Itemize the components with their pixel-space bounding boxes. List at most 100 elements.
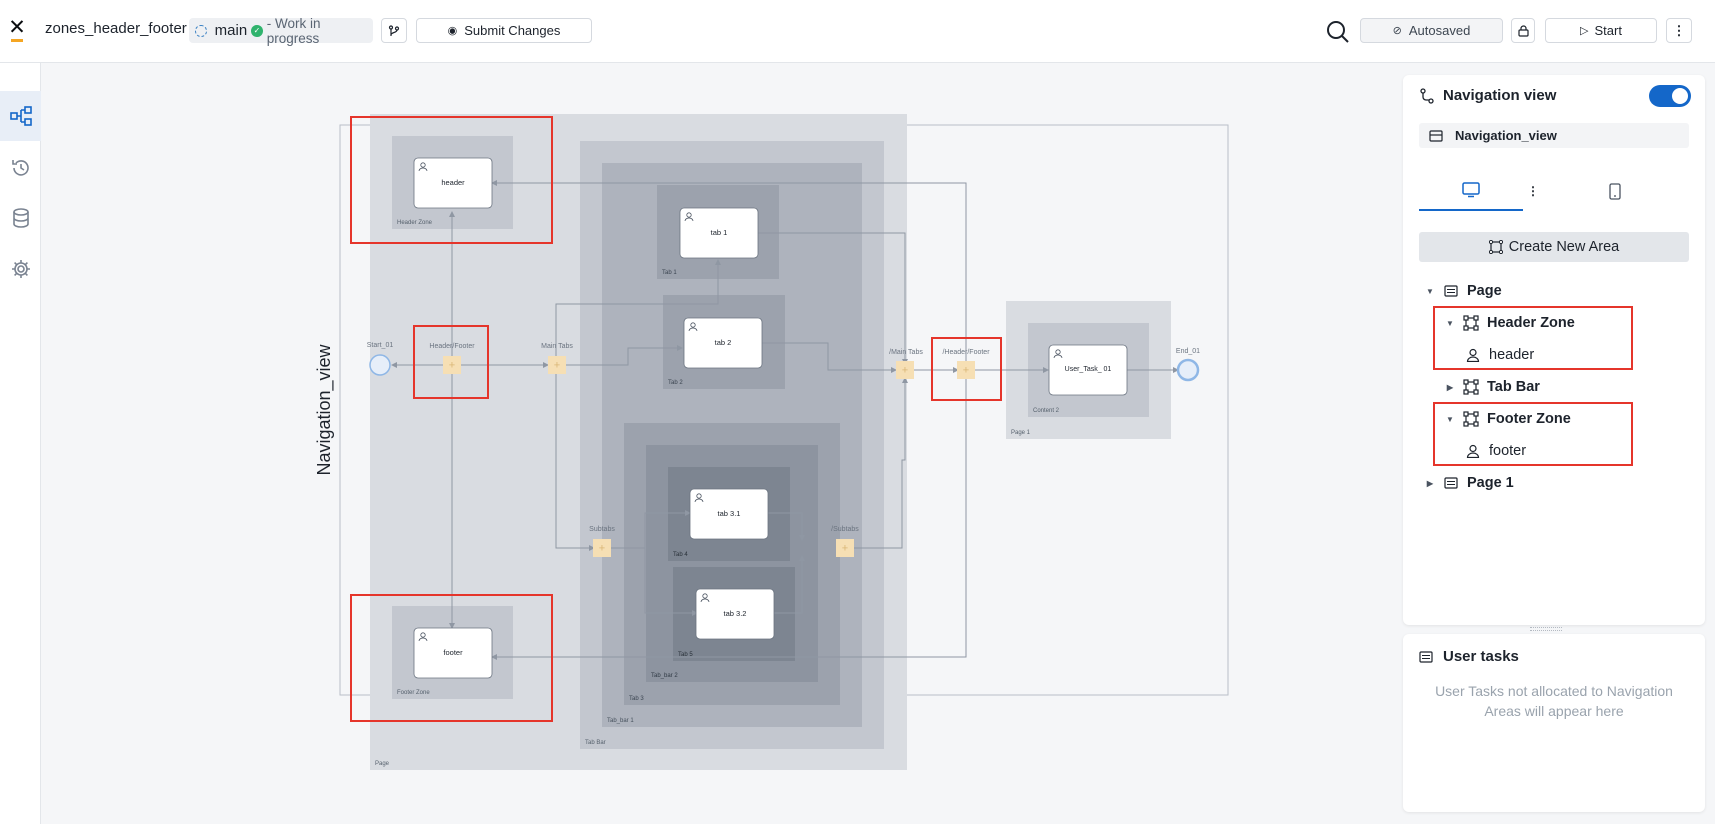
area-footer-zone-label: Footer Zone	[397, 690, 430, 696]
user-tasks-header: User tasks	[1419, 648, 1519, 665]
panel-header: Navigation view	[1419, 87, 1556, 104]
list-icon	[1419, 650, 1433, 663]
desktop-icon	[1462, 182, 1480, 198]
area-header-zone-label: Header Zone	[397, 220, 433, 226]
more-options-button[interactable]: ⋮	[1666, 18, 1692, 43]
kebab-icon: ⋮	[1672, 22, 1686, 38]
tab-desktop[interactable]	[1419, 171, 1523, 211]
view-name: Navigation_view	[1455, 128, 1557, 143]
mobile-icon	[1609, 182, 1621, 200]
git-branch-icon	[388, 24, 400, 36]
gateway-subtabs-label: Subtabs	[589, 526, 615, 533]
svg-text:+: +	[449, 360, 455, 372]
platform-tabs: ⋮	[1419, 171, 1689, 211]
area-tab1-label: Tab 1	[662, 270, 677, 276]
branch-status-text: - Work in progress	[266, 15, 321, 46]
navigation-tree-icon	[1420, 87, 1434, 104]
tab-more[interactable]: ⋮	[1523, 171, 1543, 211]
create-new-area-button[interactable]: Create New Area	[1419, 232, 1689, 262]
highlight-footer-zone	[1433, 402, 1633, 466]
process-diagram-icon	[9, 106, 32, 126]
tree-item-tab-bar[interactable]: ▶ Tab Bar	[1445, 379, 1540, 395]
branch-chip[interactable]: main ✓ - Work in progress	[189, 15, 373, 46]
search-icon[interactable]	[1326, 20, 1350, 44]
database-icon	[12, 208, 29, 228]
tree-label-page: Page	[1467, 283, 1502, 299]
gateway-main-tabs-close-label: /Main Tabs	[889, 349, 923, 356]
area-tab4-label: Tab 4	[673, 552, 688, 558]
check-circle-icon: ⊘	[1392, 25, 1402, 37]
navigation-view-toggle[interactable]	[1649, 85, 1691, 107]
gateway-main-tabs-close[interactable]: +	[896, 361, 914, 379]
gateway-subtabs[interactable]: +	[593, 539, 611, 557]
start-event-label: Start_01	[367, 342, 394, 349]
end-event-label: End_01	[1176, 348, 1200, 355]
area-content2-label: Content 2	[1033, 408, 1060, 414]
tree-item-page1[interactable]: ▶ Page 1	[1425, 475, 1514, 491]
app-logo[interactable]: ✕	[8, 17, 26, 42]
svg-text:+: +	[902, 365, 908, 377]
end-event[interactable]	[1176, 358, 1200, 382]
lock-button[interactable]	[1511, 18, 1535, 43]
start-button[interactable]: ▷ Start	[1545, 18, 1657, 43]
rail-database[interactable]	[0, 193, 41, 243]
rail-history[interactable]	[0, 143, 41, 193]
panel-resize-handle[interactable]	[1530, 627, 1562, 631]
gateway-main-tabs-label: Main Tabs	[541, 343, 573, 350]
tree-label-page1: Page 1	[1467, 475, 1514, 491]
user-tasks-panel: User tasks User Tasks not allocated to N…	[1403, 634, 1705, 812]
settings-icon	[11, 260, 30, 278]
svg-text:+: +	[554, 360, 560, 372]
area-add-icon	[1488, 240, 1503, 254]
area-tab2-label: Tab 2	[668, 380, 683, 386]
user-tasks-empty-note: User Tasks not allocated to Navigation A…	[1435, 683, 1673, 719]
tab-mobile[interactable]	[1595, 171, 1635, 211]
task-user-task-01-label: User_Task_ 01	[1065, 366, 1112, 373]
navigation-view-panel: Navigation view Navigation_view ⋮ Create…	[1403, 75, 1705, 625]
gateway-header-footer-label: Header/Footer	[429, 343, 475, 350]
view-selector[interactable]: Navigation_view	[1419, 123, 1689, 148]
caret-down-icon[interactable]: ▼	[1425, 287, 1435, 296]
gateway-header-footer-close-label: /Header/Footer	[942, 349, 990, 356]
area-tab-bar-1-label: Tab_bar 1	[607, 718, 634, 724]
toggle-knob	[1672, 88, 1688, 104]
play-icon: ▷	[1580, 25, 1589, 37]
autosaved-label: Autosaved	[1408, 23, 1471, 38]
process-name: zones_header_footer	[45, 20, 187, 37]
submit-changes-label: Submit Changes	[464, 23, 561, 38]
panel-title: Navigation view	[1443, 87, 1557, 104]
svg-text:+: +	[599, 543, 605, 555]
tree-label-tab-bar: Tab Bar	[1487, 379, 1540, 395]
task-header-label: header	[441, 178, 465, 187]
caret-right-icon[interactable]: ▶	[1425, 479, 1435, 488]
kebab-icon: ⋮	[1527, 184, 1539, 198]
task-tab32-label: tab 3.2	[724, 609, 747, 618]
task-tab31-label: tab 3.1	[718, 509, 741, 518]
area-page-label: Page	[375, 761, 390, 767]
submit-changes-button[interactable]: ◉ Submit Changes	[416, 18, 592, 43]
check-icon: ✓	[251, 24, 263, 37]
gateway-subtabs-close[interactable]: +	[836, 539, 854, 557]
gateway-header-footer[interactable]: +	[443, 356, 461, 374]
top-bar: ✕ zones_header_footer main ✓ - Work in p…	[0, 0, 1715, 63]
area-tab3-label: Tab 3	[629, 696, 644, 702]
autosaved-status: ⊘ Autosaved	[1360, 18, 1503, 43]
page-icon	[1444, 477, 1458, 489]
svg-text:+: +	[842, 543, 848, 555]
task-tab2-label: tab 2	[715, 338, 732, 347]
gateway-subtabs-close-label: /Subtabs	[831, 526, 859, 533]
gateway-main-tabs[interactable]: +	[548, 356, 566, 374]
tree-item-page[interactable]: ▼ Page	[1425, 283, 1502, 299]
branch-name: main	[214, 22, 248, 39]
process-canvas[interactable]: Navigation_view Page Header Zone Footer …	[41, 63, 1401, 824]
branch-button[interactable]	[381, 18, 407, 43]
gateway-header-footer-close[interactable]: +	[957, 361, 975, 379]
zone-icon	[1463, 379, 1479, 395]
area-tab-bar-label: Tab Bar	[585, 740, 606, 746]
layout-icon	[1429, 129, 1443, 142]
rail-settings[interactable]	[0, 244, 41, 294]
start-event[interactable]	[369, 354, 391, 376]
rail-process-diagram[interactable]	[0, 91, 41, 141]
caret-right-icon[interactable]: ▶	[1445, 383, 1455, 392]
left-rail	[0, 63, 41, 824]
